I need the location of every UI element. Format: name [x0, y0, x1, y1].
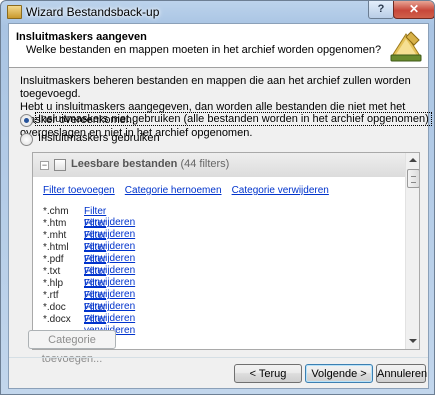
- filter-group-header: − Leesbare bestanden (44 filters): [33, 153, 405, 177]
- filter-pattern: *.txt: [43, 266, 61, 277]
- wizard-window: Wizard Bestandsback-up ? ✕ Insluitmasker…: [0, 0, 435, 395]
- radio-use-masks[interactable]: [20, 133, 33, 146]
- wizard-page: Insluitmaskers aangeven Welke bestanden …: [8, 23, 432, 389]
- rename-category-link[interactable]: Categorie hernoemen: [125, 185, 222, 196]
- option-no-masks-label[interactable]: Insluitmaskers niet gebruiken (alle best…: [35, 112, 432, 126]
- add-category-button[interactable]: Categorie toevoegen...: [28, 330, 116, 365]
- wizard-header: Insluitmaskers aangeven Welke bestanden …: [9, 24, 428, 68]
- filter-pattern: *.rtf: [43, 290, 59, 301]
- filter-pattern: *.chm: [43, 206, 69, 217]
- page-subtitle: Welke bestanden en mappen moeten in het …: [26, 44, 382, 56]
- filter-pattern: *.html: [43, 242, 69, 253]
- mask-description: Insluitmaskers beheren bestanden en mapp…: [20, 75, 420, 140]
- filter-list[interactable]: − Leesbare bestanden (44 filters) Filter…: [32, 152, 420, 350]
- cancel-button[interactable]: Annuleren: [376, 364, 427, 383]
- filter-pattern: *.docx: [43, 314, 71, 325]
- group-name: Leesbare bestanden: [71, 158, 178, 170]
- next-button[interactable]: Volgende >: [305, 364, 373, 383]
- filter-pattern: *.hlp: [43, 278, 64, 289]
- scroll-thumb[interactable]: [407, 169, 419, 188]
- group-checkbox[interactable]: [54, 159, 66, 171]
- filter-count: (44 filters): [180, 158, 230, 170]
- filter-pattern: *.doc: [43, 302, 66, 313]
- close-button[interactable]: ✕: [393, 1, 434, 19]
- vertical-scrollbar[interactable]: [405, 153, 419, 349]
- description-line: Insluitmaskers beheren bestanden en mapp…: [20, 75, 411, 100]
- group-title: Leesbare bestanden (44 filters): [71, 158, 229, 170]
- option-use-masks-label[interactable]: Insluitmaskers gebruiken: [38, 132, 160, 144]
- page-title: Insluitmaskers aangeven: [16, 31, 147, 43]
- archive-icon: [387, 27, 425, 65]
- footer-separator: [9, 357, 428, 358]
- radio-no-masks[interactable]: [20, 114, 33, 127]
- filter-pattern: *.mht: [43, 230, 67, 241]
- window-title: Wizard Bestandsback-up: [26, 5, 160, 19]
- delete-category-link[interactable]: Categorie verwijderen: [232, 185, 329, 196]
- title-bar[interactable]: Wizard Bestandsback-up ? ✕: [1, 1, 434, 23]
- scroll-up-icon[interactable]: [409, 158, 417, 162]
- filter-pattern: *.htm: [43, 218, 67, 229]
- add-filter-link[interactable]: Filter toevoegen: [43, 185, 115, 196]
- back-button[interactable]: < Terug: [234, 364, 302, 383]
- backup-icon: [7, 5, 22, 19]
- scroll-down-icon[interactable]: [409, 339, 417, 343]
- filter-pattern: *.pdf: [43, 254, 64, 265]
- group-actions: Filter toevoegen Categorie hernoemen Cat…: [43, 184, 336, 196]
- help-button[interactable]: ?: [368, 1, 394, 19]
- collapse-icon[interactable]: −: [40, 161, 49, 170]
